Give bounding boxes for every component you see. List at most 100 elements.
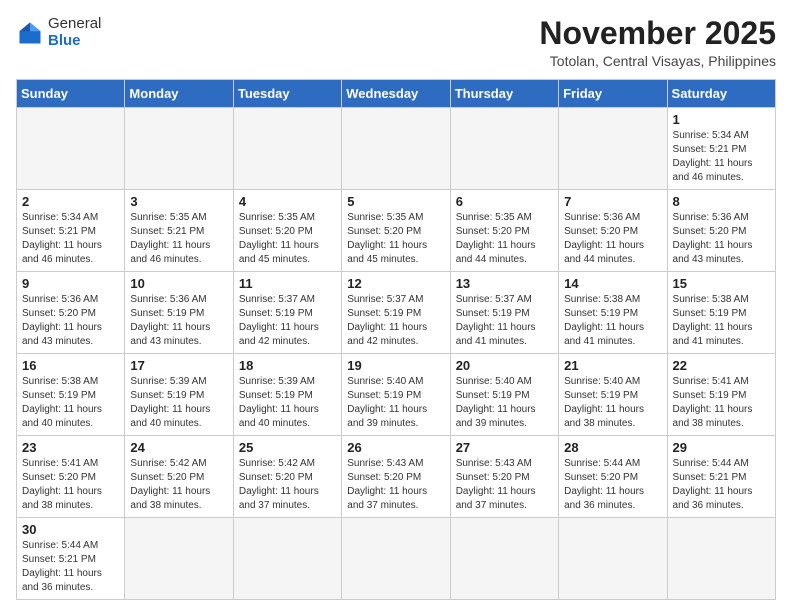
day-number: 24 <box>130 440 227 455</box>
day-number: 29 <box>673 440 770 455</box>
day-number: 2 <box>22 194 119 209</box>
day-info: Sunrise: 5:43 AM Sunset: 5:20 PM Dayligh… <box>456 457 553 513</box>
calendar-day-cell: 25Sunrise: 5:42 AM Sunset: 5:20 PM Dayli… <box>233 436 341 518</box>
day-number: 15 <box>673 276 770 291</box>
calendar-day-cell <box>667 518 775 600</box>
calendar-day-cell <box>233 108 341 190</box>
calendar-day-cell: 1Sunrise: 5:34 AM Sunset: 5:21 PM Daylig… <box>667 108 775 190</box>
day-info: Sunrise: 5:37 AM Sunset: 5:19 PM Dayligh… <box>347 293 444 349</box>
day-info: Sunrise: 5:44 AM Sunset: 5:21 PM Dayligh… <box>22 539 119 595</box>
day-number: 10 <box>130 276 227 291</box>
day-number: 26 <box>347 440 444 455</box>
calendar-day-cell: 12 Sunrise: 5:37 AM Sunset: 5:19 PM Dayli… <box>342 272 450 354</box>
day-number: 12 <box>347 276 444 291</box>
calendar-day-cell <box>450 108 558 190</box>
day-info: Sunrise: 5:36 AM Sunset: 5:20 PM Dayligh… <box>564 211 661 267</box>
calendar-day-cell: 24 Sunrise: 5:42 AM Sunset: 5:20 PM Dayli… <box>125 436 233 518</box>
calendar-day-cell <box>450 518 558 600</box>
weekday-header-saturday: Saturday <box>667 80 775 108</box>
weekday-header-wednesday: Wednesday <box>342 80 450 108</box>
month-year-title: November 2025 <box>539 16 776 51</box>
day-number: 13 <box>456 276 553 291</box>
logo-text: General Blue <box>48 16 101 49</box>
logo-icon <box>16 19 44 47</box>
day-info: Sunrise: 5:41 AM Sunset: 5:19 PM Dayligh… <box>673 375 770 431</box>
day-info: Sunrise: 5:39 AM Sunset: 5:19 PM Dayligh… <box>239 375 336 431</box>
day-info: Sunrise: 5:39 AM Sunset: 5:19 PM Dayligh… <box>130 375 227 431</box>
calendar-day-cell: 26Sunrise: 5:43 AM Sunset: 5:20 PM Dayli… <box>342 436 450 518</box>
calendar-day-cell: 20 Sunrise: 5:40 AM Sunset: 5:19 PM Dayli… <box>450 354 558 436</box>
day-number: 8 <box>673 194 770 209</box>
day-info: Sunrise: 5:38 AM Sunset: 5:19 PM Dayligh… <box>673 293 770 349</box>
day-number: 4 <box>239 194 336 209</box>
calendar-day-cell: 10 Sunrise: 5:36 AM Sunset: 5:19 PM Dayli… <box>125 272 233 354</box>
calendar-day-cell: 27 Sunrise: 5:43 AM Sunset: 5:20 PM Dayli… <box>450 436 558 518</box>
calendar-day-cell: 8 Sunrise: 5:36 AM Sunset: 5:20 PM Daylig… <box>667 190 775 272</box>
day-info: Sunrise: 5:44 AM Sunset: 5:20 PM Dayligh… <box>564 457 661 513</box>
calendar-day-cell <box>342 108 450 190</box>
day-info: Sunrise: 5:40 AM Sunset: 5:19 PM Dayligh… <box>564 375 661 431</box>
day-info: Sunrise: 5:44 AM Sunset: 5:21 PM Dayligh… <box>673 457 770 513</box>
day-info: Sunrise: 5:41 AM Sunset: 5:20 PM Dayligh… <box>22 457 119 513</box>
calendar-day-cell: 14Sunrise: 5:38 AM Sunset: 5:19 PM Dayli… <box>559 272 667 354</box>
day-number: 3 <box>130 194 227 209</box>
calendar-day-cell: 19 Sunrise: 5:40 AM Sunset: 5:19 PM Dayli… <box>342 354 450 436</box>
day-number: 5 <box>347 194 444 209</box>
day-info: Sunrise: 5:37 AM Sunset: 5:19 PM Dayligh… <box>239 293 336 349</box>
calendar-day-cell: 5 Sunrise: 5:35 AM Sunset: 5:20 PM Daylig… <box>342 190 450 272</box>
day-info: Sunrise: 5:36 AM Sunset: 5:20 PM Dayligh… <box>673 211 770 267</box>
calendar-day-cell: 11 Sunrise: 5:37 AM Sunset: 5:19 PM Dayli… <box>233 272 341 354</box>
calendar-day-cell: 7 Sunrise: 5:36 AM Sunset: 5:20 PM Daylig… <box>559 190 667 272</box>
day-number: 23 <box>22 440 119 455</box>
day-info: Sunrise: 5:35 AM Sunset: 5:20 PM Dayligh… <box>347 211 444 267</box>
title-area: November 2025 Totolan, Central Visayas, … <box>539 16 776 69</box>
calendar-day-cell <box>125 108 233 190</box>
day-info: Sunrise: 5:36 AM Sunset: 5:19 PM Dayligh… <box>130 293 227 349</box>
calendar-day-cell <box>125 518 233 600</box>
day-number: 30 <box>22 522 119 537</box>
day-number: 19 <box>347 358 444 373</box>
day-info: Sunrise: 5:42 AM Sunset: 5:20 PM Dayligh… <box>130 457 227 513</box>
calendar-day-cell: 13 Sunrise: 5:37 AM Sunset: 5:19 PM Dayli… <box>450 272 558 354</box>
day-info: Sunrise: 5:34 AM Sunset: 5:21 PM Dayligh… <box>22 211 119 267</box>
day-info: Sunrise: 5:38 AM Sunset: 5:19 PM Dayligh… <box>22 375 119 431</box>
weekday-header-sunday: Sunday <box>17 80 125 108</box>
day-number: 16 <box>22 358 119 373</box>
day-info: Sunrise: 5:40 AM Sunset: 5:19 PM Dayligh… <box>456 375 553 431</box>
weekday-header-thursday: Thursday <box>450 80 558 108</box>
calendar-week-row: 9 Sunrise: 5:36 AM Sunset: 5:20 PM Daylig… <box>17 272 776 354</box>
calendar-day-cell: 30 Sunrise: 5:44 AM Sunset: 5:21 PM Dayli… <box>17 518 125 600</box>
calendar-day-cell: 9 Sunrise: 5:36 AM Sunset: 5:20 PM Daylig… <box>17 272 125 354</box>
day-number: 11 <box>239 276 336 291</box>
day-info: Sunrise: 5:38 AM Sunset: 5:19 PM Dayligh… <box>564 293 661 349</box>
weekday-header-row: SundayMondayTuesdayWednesdayThursdayFrid… <box>17 80 776 108</box>
day-info: Sunrise: 5:40 AM Sunset: 5:19 PM Dayligh… <box>347 375 444 431</box>
calendar-day-cell: 4 Sunrise: 5:35 AM Sunset: 5:20 PM Daylig… <box>233 190 341 272</box>
day-number: 7 <box>564 194 661 209</box>
calendar-week-row: 16 Sunrise: 5:38 AM Sunset: 5:19 PM Dayli… <box>17 354 776 436</box>
calendar-day-cell <box>233 518 341 600</box>
day-number: 27 <box>456 440 553 455</box>
day-number: 20 <box>456 358 553 373</box>
day-info: Sunrise: 5:35 AM Sunset: 5:20 PM Dayligh… <box>239 211 336 267</box>
location-subtitle: Totolan, Central Visayas, Philippines <box>539 53 776 69</box>
day-info: Sunrise: 5:36 AM Sunset: 5:20 PM Dayligh… <box>22 293 119 349</box>
day-number: 18 <box>239 358 336 373</box>
day-info: Sunrise: 5:35 AM Sunset: 5:20 PM Dayligh… <box>456 211 553 267</box>
calendar-week-row: 2 Sunrise: 5:34 AM Sunset: 5:21 PM Daylig… <box>17 190 776 272</box>
day-number: 21 <box>564 358 661 373</box>
calendar-day-cell: 22Sunrise: 5:41 AM Sunset: 5:19 PM Dayli… <box>667 354 775 436</box>
calendar-week-row: 23 Sunrise: 5:41 AM Sunset: 5:20 PM Dayli… <box>17 436 776 518</box>
calendar-day-cell: 17Sunrise: 5:39 AM Sunset: 5:19 PM Dayli… <box>125 354 233 436</box>
day-info: Sunrise: 5:37 AM Sunset: 5:19 PM Dayligh… <box>456 293 553 349</box>
calendar-day-cell: 3Sunrise: 5:35 AM Sunset: 5:21 PM Daylig… <box>125 190 233 272</box>
day-number: 6 <box>456 194 553 209</box>
day-number: 9 <box>22 276 119 291</box>
calendar-week-row: 30 Sunrise: 5:44 AM Sunset: 5:21 PM Dayli… <box>17 518 776 600</box>
calendar-week-row: 1Sunrise: 5:34 AM Sunset: 5:21 PM Daylig… <box>17 108 776 190</box>
calendar-table: SundayMondayTuesdayWednesdayThursdayFrid… <box>16 79 776 600</box>
calendar-day-cell <box>17 108 125 190</box>
calendar-day-cell: 23 Sunrise: 5:41 AM Sunset: 5:20 PM Dayli… <box>17 436 125 518</box>
calendar-day-cell: 2 Sunrise: 5:34 AM Sunset: 5:21 PM Daylig… <box>17 190 125 272</box>
weekday-header-tuesday: Tuesday <box>233 80 341 108</box>
